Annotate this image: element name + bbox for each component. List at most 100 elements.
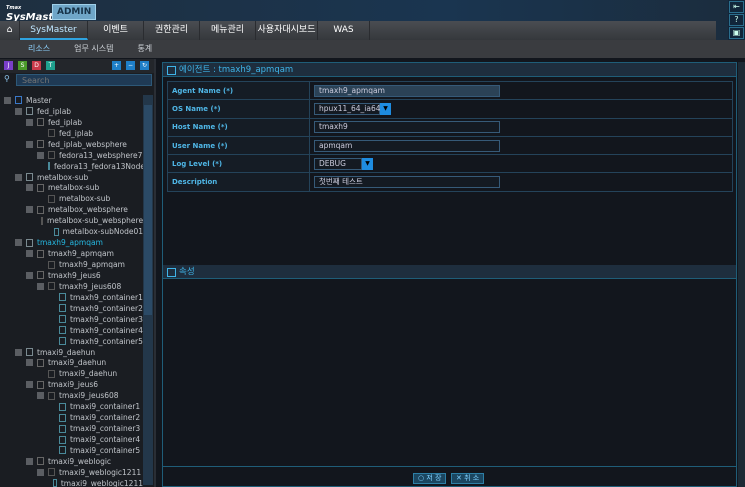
node-icon — [59, 402, 66, 411]
node-icon — [59, 293, 66, 302]
tree-node[interactable]: tmaxi9_daehun — [0, 368, 143, 379]
tree-node[interactable]: tmaxi9_jeus608 — [0, 390, 143, 401]
chevron-down-icon[interactable]: ▼ — [362, 157, 373, 170]
collapse-toggle-icon[interactable] — [26, 457, 33, 465]
tree-node[interactable]: fedora13_fedora13Node — [0, 161, 143, 172]
collapse-toggle-icon[interactable] — [4, 96, 11, 104]
tree-node[interactable]: metalbox-sub — [0, 183, 143, 194]
collapse-toggle-icon[interactable] — [26, 184, 33, 192]
tree-node[interactable]: tmaxi9_jeus6 — [0, 379, 143, 390]
cancel-button[interactable]: ✕ 취 소 — [451, 473, 485, 484]
collapse-toggle-icon[interactable] — [26, 381, 33, 389]
tab-was[interactable]: WAS — [318, 21, 370, 40]
tree-node[interactable]: tmaxi9_container2 — [0, 412, 143, 423]
field-input[interactable]: tmaxh9 — [314, 121, 500, 134]
tab-user-dashboard[interactable]: 사용자대시보드 — [256, 21, 318, 40]
tree-node[interactable]: tmaxh9_container4 — [0, 325, 143, 336]
tree-node[interactable]: tmaxi9_weblogic — [0, 456, 143, 467]
node-icon — [37, 140, 44, 149]
tree-node[interactable]: tmaxi9_container3 — [0, 423, 143, 434]
save-button[interactable]: ○ 저 장 — [413, 473, 447, 484]
tree-node[interactable]: tmaxh9_container2 — [0, 303, 143, 314]
filter-db-icon[interactable]: D — [32, 61, 41, 70]
tree-node[interactable]: metalbox-sub — [0, 193, 143, 204]
main-scrollbar[interactable] — [738, 62, 745, 487]
collapse-all-icon[interactable]: − — [126, 61, 135, 70]
tree-node[interactable]: metalbox_websphere — [0, 204, 143, 215]
collapse-toggle-icon[interactable] — [37, 468, 44, 476]
search-icon: ⚲ — [4, 74, 10, 83]
collapse-toggle-icon[interactable] — [15, 107, 22, 115]
subtab-business-system[interactable]: 업무 시스템 — [74, 40, 113, 58]
tree-node[interactable]: tmaxh9_jeus6 — [0, 270, 143, 281]
tree-node-label: metalbox-sub — [48, 183, 100, 193]
tree-node[interactable]: tmaxi9_container1 — [0, 401, 143, 412]
home-icon[interactable]: ⌂ — [0, 21, 20, 40]
collapse-toggle-icon[interactable] — [15, 173, 22, 181]
collapse-toggle-icon[interactable] — [15, 348, 22, 356]
tab-menu[interactable]: 메뉴관리 — [200, 21, 256, 40]
refresh-icon[interactable]: ↻ — [140, 61, 149, 70]
tree-node[interactable]: tmaxh9_apmqam — [0, 237, 143, 248]
help-icon[interactable]: ? — [729, 14, 744, 26]
field-input: tmaxh9_apmqam — [314, 84, 500, 97]
collapse-toggle-icon[interactable] — [26, 206, 33, 214]
collapse-toggle-icon[interactable] — [26, 118, 33, 126]
expand-all-icon[interactable]: + — [112, 61, 121, 70]
tree-node[interactable]: fed_iplab — [0, 117, 143, 128]
tree-node[interactable]: tmaxi9_container5 — [0, 445, 143, 456]
collapse-toggle-icon[interactable] — [37, 282, 44, 290]
collapse-toggle-icon[interactable] — [37, 392, 44, 400]
tree-node[interactable]: metalbox-subNode01 — [0, 226, 143, 237]
tab-event[interactable]: 이벤트 — [88, 21, 144, 40]
tree-node[interactable]: tmaxh9_apmqam — [0, 259, 143, 270]
tree-node[interactable]: tmaxi9_container4 — [0, 434, 143, 445]
filter-tmax-icon[interactable]: T — [46, 61, 55, 70]
collapse-toggle-icon[interactable] — [26, 271, 33, 279]
tab-sysmaster[interactable]: SysMaster — [20, 21, 88, 40]
search-input[interactable] — [16, 74, 152, 86]
collapse-toggle-icon[interactable] — [26, 359, 33, 367]
tree-node-label: fed_iplab — [37, 106, 72, 116]
chevron-down-icon[interactable]: ▼ — [380, 102, 391, 115]
tree-node[interactable]: fed_iplab — [0, 106, 143, 117]
tree-scrollbar[interactable] — [143, 95, 153, 485]
tab-permission[interactable]: 권한관리 — [144, 21, 200, 40]
monitor-icon[interactable]: ▣ — [729, 27, 744, 39]
filter-server-icon[interactable]: S — [18, 61, 27, 70]
tree-node[interactable]: tmaxh9_jeus608 — [0, 281, 143, 292]
collapse-toggle-icon[interactable] — [15, 239, 22, 247]
tree-node[interactable]: Master — [0, 95, 143, 106]
tree-node[interactable]: fed_iplab — [0, 128, 143, 139]
field-input[interactable]: apmqam — [314, 139, 500, 152]
scrollbar-thumb[interactable] — [144, 105, 152, 315]
os-name-select[interactable]: hpux11_64_ia64 ▼ — [314, 102, 728, 115]
tree-node[interactable]: tmaxh9_container1 — [0, 292, 143, 303]
collapse-toggle-icon[interactable] — [26, 250, 33, 258]
filter-jeus-icon[interactable]: J — [4, 61, 13, 70]
tree-node[interactable]: fed_iplab_websphere — [0, 139, 143, 150]
tree-node[interactable]: tmaxh9_apmqam — [0, 248, 143, 259]
node-icon — [59, 337, 66, 346]
field-input[interactable]: 첫번째 테스트 — [314, 176, 500, 189]
node-icon — [59, 424, 66, 433]
tree-node[interactable]: tmaxi9_weblogic1211 — [0, 467, 143, 478]
tree-node[interactable]: tmaxi9_weblogic1211 — [0, 478, 143, 487]
collapse-toggle-icon[interactable] — [37, 151, 44, 159]
tree-node[interactable]: fedora13_websphere7 — [0, 150, 143, 161]
tree-node[interactable]: tmaxi9_daehun — [0, 347, 143, 358]
tree-node-label: tmaxh9_container5 — [70, 336, 143, 346]
subtab-resource[interactable]: 리소스 — [28, 40, 50, 58]
tree-node[interactable]: tmaxh9_container3 — [0, 314, 143, 325]
subtab-statistics[interactable]: 통계 — [137, 40, 152, 58]
tree-node[interactable]: metalbox-sub_websphere — [0, 215, 143, 226]
tree-node[interactable]: tmaxh9_container5 — [0, 336, 143, 347]
tree-node[interactable]: metalbox-sub — [0, 172, 143, 183]
node-icon — [48, 194, 55, 203]
log-level-select[interactable]: DEBUG ▼ — [314, 157, 728, 170]
collapse-toggle-icon[interactable] — [26, 140, 33, 148]
tree-node[interactable]: tmaxi9_daehun — [0, 358, 143, 369]
node-icon — [37, 358, 44, 367]
logout-icon[interactable]: ⇤ — [729, 1, 744, 13]
main-nav: ⌂ SysMaster 이벤트 권한관리 메뉴관리 사용자대시보드 WAS — [0, 21, 716, 40]
